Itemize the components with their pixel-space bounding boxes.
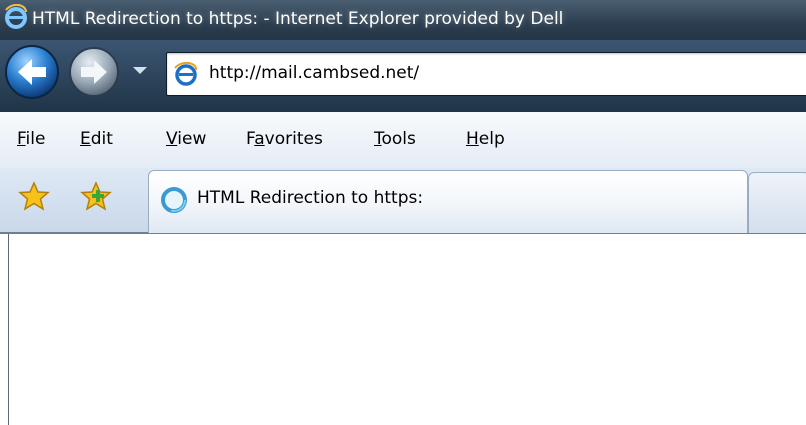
menu-tools-accesskey: T	[374, 129, 382, 149]
menu-file-accesskey: F	[17, 129, 26, 149]
menu-edit-rest: dit	[90, 129, 113, 149]
menu-view-accesskey: V	[166, 129, 178, 149]
navigation-bar: http://mail.cambsed.net/	[0, 40, 806, 112]
tab-bar: HTML Redirection to https:	[0, 168, 806, 234]
back-button[interactable]	[4, 44, 60, 100]
star-icon	[18, 181, 50, 211]
menu-favorites-pre: F	[246, 129, 255, 149]
window-title: HTML Redirection to https: - Internet Ex…	[32, 9, 564, 29]
menu-help[interactable]: Help	[466, 129, 505, 149]
menu-favorites-rest: vorites	[264, 129, 323, 149]
recent-pages-button[interactable]	[130, 60, 150, 80]
menu-help-rest: elp	[478, 129, 505, 149]
menu-tools[interactable]: Tools	[374, 129, 416, 149]
menu-file-rest: ile	[25, 129, 46, 149]
ie-logo-icon	[5, 4, 27, 29]
new-tab-button[interactable]	[748, 172, 806, 233]
menu-edit-accesskey: E	[80, 129, 91, 149]
menu-bar: File Edit View Favorites Tools Help	[0, 112, 806, 169]
ie-page-icon	[174, 62, 197, 86]
menu-view-rest: iew	[177, 129, 207, 149]
menu-tools-rest: ools	[381, 129, 416, 149]
tab-active[interactable]: HTML Redirection to https:	[148, 170, 748, 233]
address-url[interactable]: http://mail.cambsed.net/	[209, 63, 419, 83]
loading-spinner-icon	[161, 187, 187, 213]
menu-help-accesskey: H	[466, 129, 479, 149]
menu-edit[interactable]: Edit	[80, 129, 113, 149]
add-favorite-icon	[80, 181, 112, 211]
title-bar: HTML Redirection to https: - Internet Ex…	[0, 0, 806, 40]
address-bar[interactable]: http://mail.cambsed.net/	[166, 52, 806, 96]
favorites-center-button[interactable]	[18, 180, 50, 212]
menu-view[interactable]: View	[166, 129, 206, 149]
menu-favorites-accesskey: a	[254, 129, 265, 149]
page-content	[8, 234, 806, 425]
forward-button[interactable]	[68, 46, 120, 98]
chevron-down-icon	[133, 67, 147, 74]
menu-favorites[interactable]: Favorites	[246, 129, 323, 149]
menu-file[interactable]: File	[17, 129, 45, 149]
tab-label: HTML Redirection to https:	[197, 188, 424, 208]
add-favorites-button[interactable]	[80, 180, 112, 212]
